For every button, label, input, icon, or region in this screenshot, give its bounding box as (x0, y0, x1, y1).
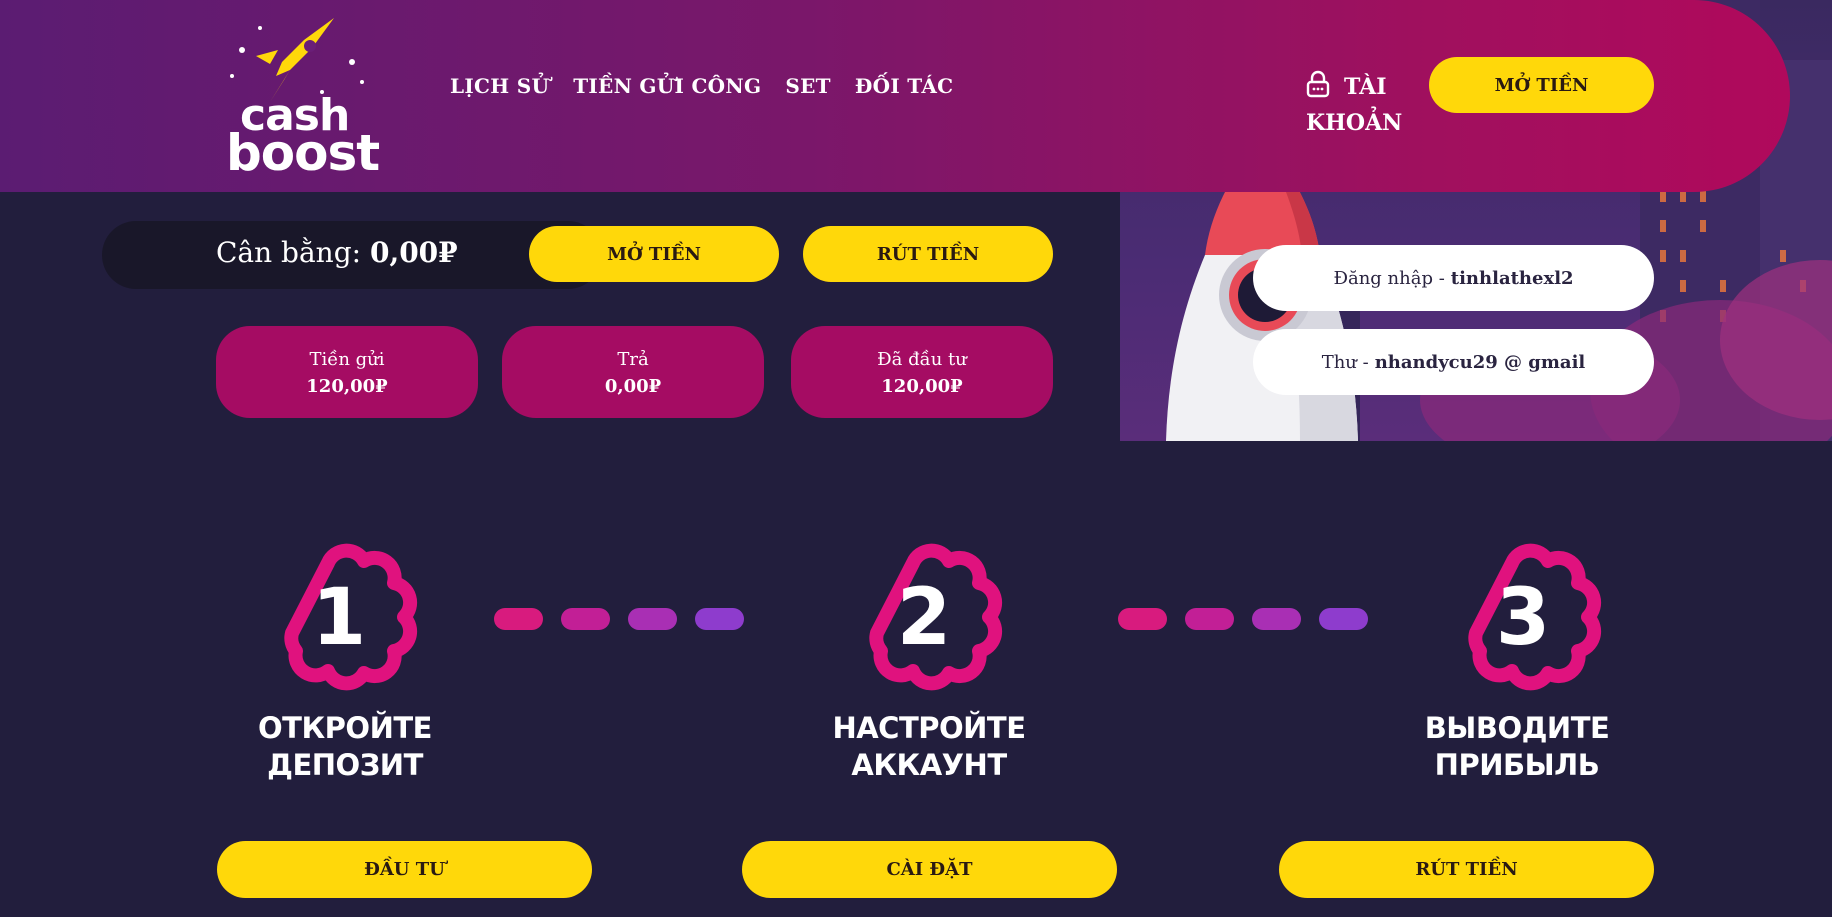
stat-value: 0,00₽ (604, 376, 662, 397)
site-header: cash boost LỊCH SỬ TIỀN GỬI CÔNG SET ĐỐI… (0, 0, 1790, 192)
withdraw-button[interactable]: RÚT TIỀN (803, 226, 1053, 282)
login-value: tinhlathexl2 (1450, 267, 1574, 289)
logo-word-boost: boost (226, 124, 380, 182)
stat-label: Tiền gửi (309, 349, 385, 370)
stat-invested: Đã đầu tư 120,00₽ (791, 326, 1053, 418)
connector-dash (1252, 608, 1301, 630)
withdraw-profit-button[interactable]: RÚT TIỀN (1279, 841, 1654, 898)
connector-dash (494, 608, 543, 630)
stat-label: Đã đầu tư (877, 349, 967, 370)
step-1-badge: 1 (268, 543, 418, 693)
balance-value: 0,00₽ (369, 236, 458, 269)
cashboost-logo[interactable]: cash boost (212, 12, 392, 182)
account-link[interactable]: TÀI KHOẢN (1306, 70, 1406, 139)
stat-label: Trả (617, 349, 649, 370)
nav-public-deposits[interactable]: TIỀN GỬI CÔNG (573, 74, 761, 98)
stat-paid: Trả 0,00₽ (502, 326, 764, 418)
step-3-badge: 3 (1452, 543, 1602, 693)
connector-dash (628, 608, 677, 630)
stat-deposits: Tiền gửi 120,00₽ (216, 326, 478, 418)
connector-dash (1118, 608, 1167, 630)
step-connector-1 (494, 608, 744, 630)
connector-dash (1185, 608, 1234, 630)
settings-button[interactable]: CÀI ĐẶT (742, 841, 1117, 898)
step-number: 2 (896, 573, 952, 663)
step-title-line: ВЫВОДИТЕ (1424, 711, 1610, 745)
step-title-line: НАСТРОЙТЕ (832, 711, 1026, 745)
step-number: 1 (311, 573, 367, 663)
step-title-line: АККАУНТ (851, 748, 1007, 782)
deposit-button[interactable]: MỞ TIỀN (529, 226, 779, 282)
step-connector-2 (1118, 608, 1368, 630)
login-label: Đăng nhập - (1333, 267, 1445, 289)
email-info: Thư - nhandycu29 @ gmail (1253, 329, 1654, 395)
step-title-line: ДЕПОЗИТ (267, 748, 423, 782)
email-label: Thư - (1321, 351, 1369, 373)
nav-history[interactable]: LỊCH SỬ (450, 74, 549, 98)
step-number: 3 (1495, 573, 1551, 663)
step-3-title: ВЫВОДИТЕ ПРИБЫЛЬ (1397, 710, 1637, 784)
rocket-logo-icon (230, 18, 364, 102)
step-title-line: ПРИБЫЛЬ (1434, 748, 1600, 782)
nav-partners[interactable]: ĐỐI TÁC (855, 74, 954, 98)
step-1-title: ОТКРОЙТЕ ДЕПОЗИТ (225, 710, 465, 784)
email-value: nhandycu29 @ gmail (1374, 351, 1586, 373)
balance-label: Cân bằng: (216, 236, 362, 269)
connector-dash (1319, 608, 1368, 630)
step-2-title: НАСТРОЙТЕ АККАУНТ (809, 710, 1049, 784)
login-info: Đăng nhập - tinhlathexl2 (1253, 245, 1654, 311)
main-nav: LỊCH SỬ TIỀN GỬI CÔNG SET ĐỐI TÁC (450, 74, 953, 98)
connector-dash (695, 608, 744, 630)
step-2-badge: 2 (853, 543, 1003, 693)
stat-value: 120,00₽ (306, 376, 388, 397)
nav-set[interactable]: SET (785, 74, 830, 98)
balance-display: Cân bằng: 0,00₽ (216, 236, 458, 269)
invest-button[interactable]: ĐẦU TƯ (217, 841, 592, 898)
stat-value: 120,00₽ (881, 376, 963, 397)
connector-dash (561, 608, 610, 630)
lock-icon (1306, 70, 1330, 107)
header-deposit-button[interactable]: MỞ TIỀN (1429, 57, 1654, 113)
step-title-line: ОТКРОЙТЕ (258, 711, 432, 745)
